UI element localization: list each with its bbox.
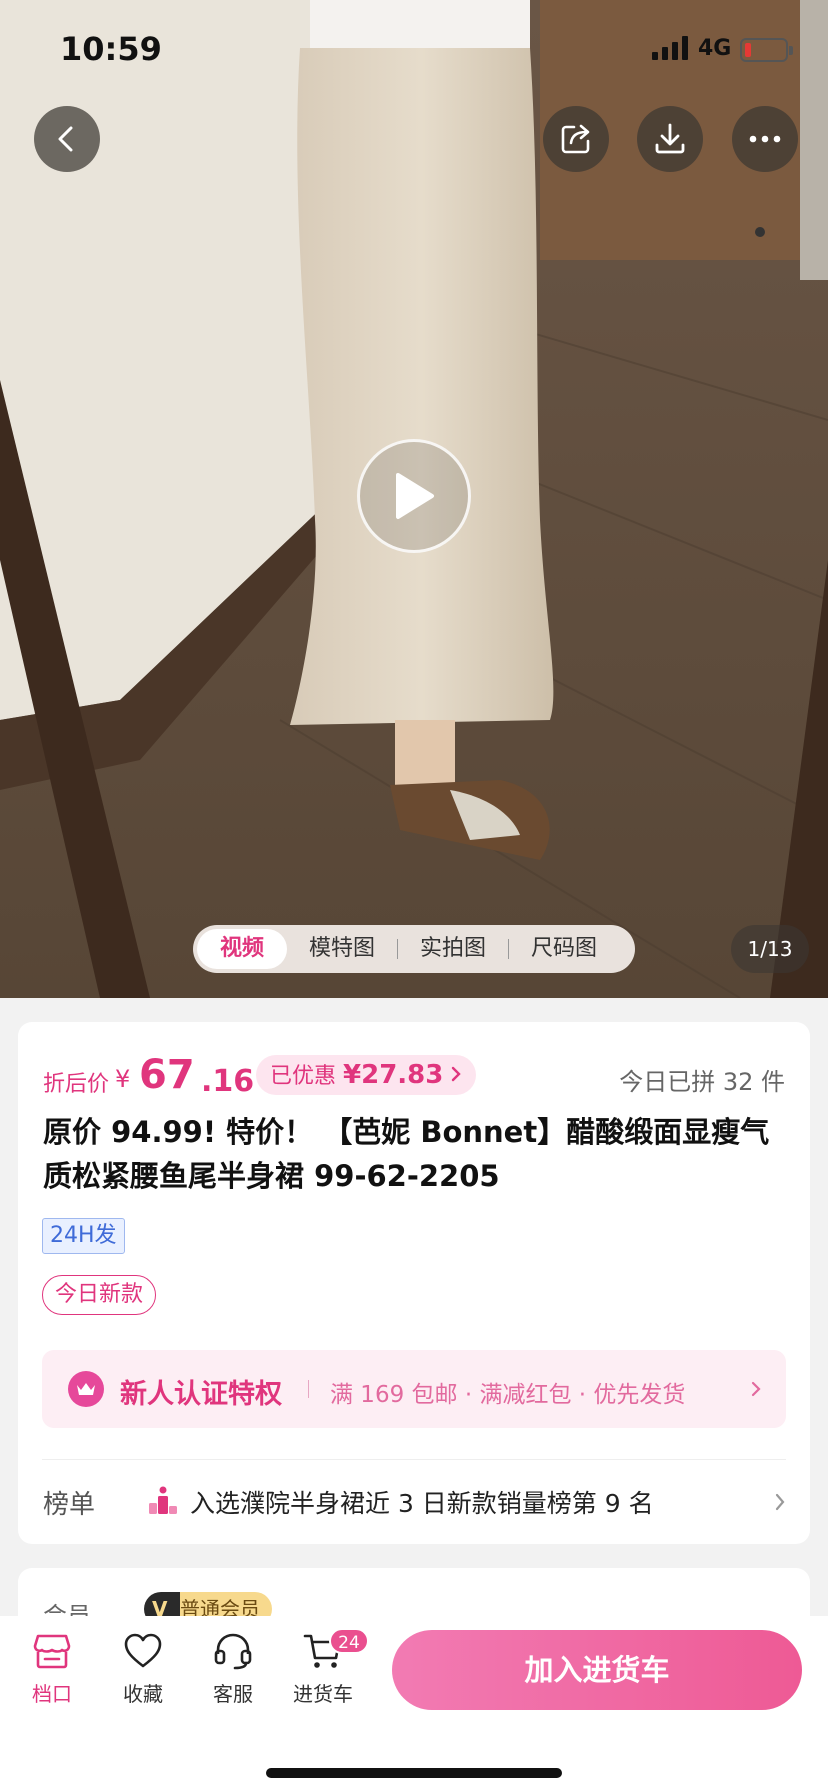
price-row: 折后价 ¥ 67 .16 已优惠 ¥27.83 今日已拼 32 件 bbox=[43, 1052, 785, 1099]
more-button[interactable] bbox=[732, 106, 798, 172]
product-info-card: 折后价 ¥ 67 .16 已优惠 ¥27.83 今日已拼 32 件 原价 94.… bbox=[18, 1022, 810, 1544]
signal-icon bbox=[652, 36, 688, 60]
heart-icon bbox=[124, 1633, 162, 1668]
product-media-viewer[interactable]: 10:59 4G 视频 模特图 实拍图 尺码图 1/13 bbox=[0, 0, 828, 998]
price-decimal: .16 bbox=[201, 1064, 255, 1099]
promo-title: 新人认证特权 bbox=[120, 1379, 282, 1410]
divider bbox=[42, 1459, 786, 1460]
price-label: 折后价 bbox=[43, 1072, 110, 1097]
crown-icon bbox=[68, 1371, 104, 1407]
ranking-podium-icon bbox=[149, 1486, 177, 1514]
back-button[interactable] bbox=[34, 106, 100, 172]
cart-count-badge: 24 bbox=[329, 1628, 369, 1654]
media-tab-size-chart[interactable]: 尺码图 bbox=[509, 929, 619, 969]
chevron-left-icon bbox=[58, 126, 73, 152]
promo-divider bbox=[308, 1380, 309, 1398]
play-icon bbox=[396, 473, 434, 519]
headset-icon bbox=[214, 1633, 252, 1670]
price-integer: 67 bbox=[139, 1052, 195, 1098]
nav-favorite[interactable]: 收藏 bbox=[103, 1632, 183, 1707]
ranking-label: 榜单 bbox=[43, 1490, 96, 1520]
play-video-button[interactable] bbox=[357, 439, 471, 553]
today-order-count: 今日已拼 32 件 bbox=[619, 1068, 785, 1096]
download-button[interactable] bbox=[637, 106, 703, 172]
nav-label: 客服 bbox=[213, 1682, 253, 1706]
store-icon bbox=[33, 1634, 71, 1669]
bottom-action-bar: 档口 收藏 客服 24 进货车 加入进货车 bbox=[0, 1616, 828, 1792]
nav-label: 档口 bbox=[32, 1682, 72, 1706]
chevron-right-icon[interactable] bbox=[774, 1492, 786, 1512]
promo-detail: 满 169 包邮 · 满减红包 · 优先发货 bbox=[330, 1382, 686, 1408]
home-indicator bbox=[266, 1768, 562, 1778]
chevron-right-icon bbox=[452, 1066, 462, 1082]
nav-store[interactable]: 档口 bbox=[12, 1632, 92, 1707]
product-title: 原价 94.99! 特价！ 【芭妮 Bonnet】醋酸缎面显瘦气质松紧腰鱼尾半身… bbox=[43, 1115, 770, 1193]
nav-label: 进货车 bbox=[293, 1682, 353, 1706]
product-page: 10:59 4G 视频 模特图 实拍图 尺码图 1/13 折后价 ¥ 67 .1… bbox=[0, 0, 828, 1792]
share-icon bbox=[561, 124, 590, 154]
ranking-text[interactable]: 入选濮院半身裙近 3 日新款销量榜第 9 名 bbox=[190, 1484, 654, 1520]
media-tab-real-shot[interactable]: 实拍图 bbox=[398, 929, 508, 969]
status-bar: 10:59 4G bbox=[0, 0, 828, 100]
discount-amount: ¥27.83 bbox=[343, 1060, 444, 1090]
status-time: 10:59 bbox=[60, 30, 162, 68]
download-icon bbox=[655, 123, 685, 154]
media-type-tabs: 视频 模特图 实拍图 尺码图 bbox=[193, 925, 635, 973]
new-user-privilege-banner[interactable]: 新人认证特权 满 169 包邮 · 满减红包 · 优先发货 bbox=[42, 1350, 786, 1428]
media-page-counter: 1/13 bbox=[731, 925, 809, 973]
currency-symbol: ¥ bbox=[115, 1065, 131, 1093]
nav-label: 收藏 bbox=[123, 1682, 163, 1706]
shipping-tag: 24H发 bbox=[42, 1218, 125, 1254]
media-tab-video[interactable]: 视频 bbox=[197, 929, 287, 969]
nav-cart[interactable]: 24 进货车 bbox=[283, 1628, 369, 1707]
nav-customer-service[interactable]: 客服 bbox=[193, 1632, 273, 1707]
battery-icon bbox=[740, 38, 793, 62]
add-to-cart-button[interactable]: 加入进货车 bbox=[392, 1630, 802, 1710]
new-arrival-tag: 今日新款 bbox=[42, 1275, 157, 1315]
more-dots-icon bbox=[749, 135, 781, 143]
media-tab-model[interactable]: 模特图 bbox=[287, 929, 397, 969]
chevron-right-icon bbox=[751, 1381, 761, 1397]
discount-badge[interactable]: 已优惠 ¥27.83 bbox=[256, 1055, 477, 1095]
network-type: 4G bbox=[698, 36, 732, 61]
discount-prefix: 已优惠 bbox=[270, 1064, 337, 1089]
share-button[interactable] bbox=[543, 106, 609, 172]
